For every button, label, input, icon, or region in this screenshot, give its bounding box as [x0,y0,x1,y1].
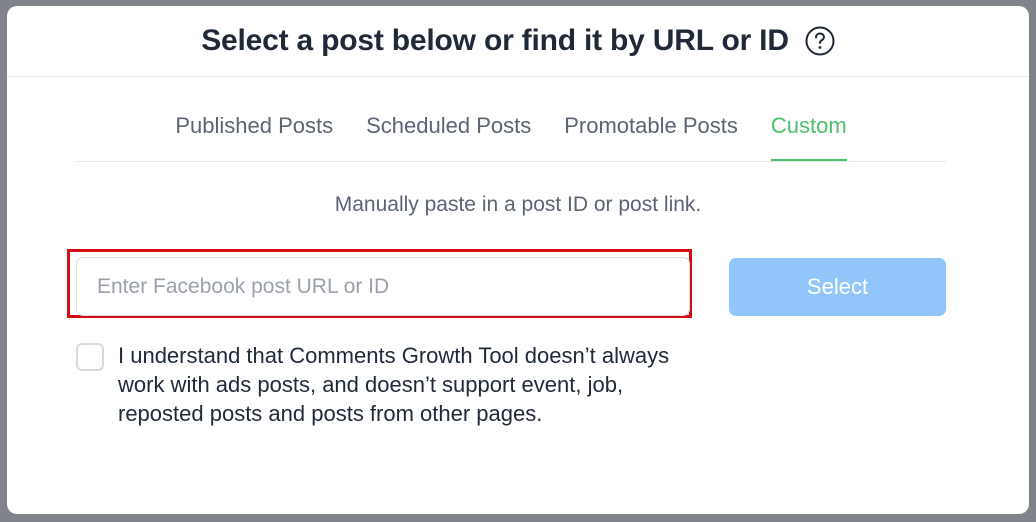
tab-custom[interactable]: Custom [770,100,847,161]
tab-published-posts[interactable]: Published Posts [175,100,333,160]
post-url-input[interactable] [76,257,690,316]
question-circle-icon[interactable] [805,26,835,56]
modal-header: Select a post below or find it by URL or… [7,6,1029,77]
post-source-tabs: Published Posts Scheduled Posts Promotab… [76,100,946,162]
consent-checkbox[interactable] [76,343,104,371]
tab-promotable-posts[interactable]: Promotable Posts [564,100,738,160]
modal-title: Select a post below or find it by URL or… [201,24,789,57]
custom-hint-text: Manually paste in a post ID or post link… [334,193,702,216]
tab-scheduled-posts[interactable]: Scheduled Posts [366,100,531,160]
consent-text: I understand that Comments Growth Tool d… [118,343,670,426]
consent-row: I understand that Comments Growth Tool d… [76,341,716,428]
select-button[interactable]: Select [729,258,946,316]
